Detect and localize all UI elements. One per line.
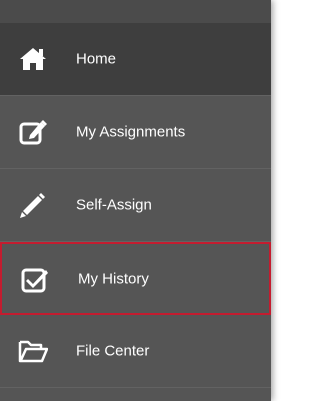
sidebar-item-home[interactable]: Home — [0, 23, 271, 96]
sidebar-item-my-history[interactable]: My History — [0, 242, 271, 315]
edit-square-icon — [18, 117, 48, 147]
checkbox-checked-icon — [20, 264, 50, 294]
sidebar-item-label: My History — [78, 270, 149, 287]
sidebar-item-self-assign[interactable]: Self-Assign — [0, 169, 271, 242]
sidebar-item-my-assignments[interactable]: My Assignments — [0, 96, 271, 169]
sidebar-item-label: My Assignments — [76, 123, 186, 141]
sidebar-item-file-center[interactable]: File Center — [0, 315, 271, 388]
sidebar-bottom-fill — [0, 388, 271, 401]
sidebar-top-strip — [0, 0, 271, 23]
folder-open-icon — [18, 336, 48, 366]
sidebar-item-label: Self-Assign — [76, 196, 152, 214]
sidebar-item-label: File Center — [76, 342, 150, 360]
page: Home My Assignments Self-Assign My Histo… — [0, 0, 275, 401]
home-icon — [18, 44, 48, 74]
sidebar-menu: Home My Assignments Self-Assign My Histo… — [0, 0, 271, 401]
pencil-icon — [18, 190, 48, 220]
sidebar-item-label: Home — [76, 50, 117, 68]
